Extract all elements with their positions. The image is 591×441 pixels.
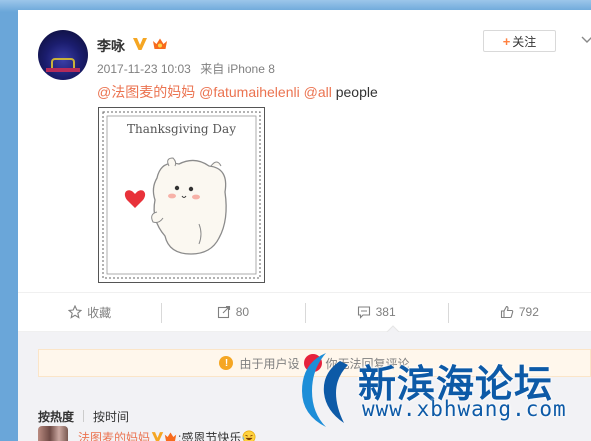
tab-sort-time[interactable]: 按时间 <box>93 408 129 425</box>
post-action-bar: 收藏 80 381 792 <box>18 292 591 332</box>
follow-button[interactable]: + 关注 <box>483 30 556 52</box>
follow-label: 关注 <box>512 34 537 49</box>
notice-text-after: 你无法回复评论 <box>325 356 410 371</box>
star-icon <box>68 305 83 319</box>
thumbs-up-icon <box>500 305 514 319</box>
post-timestamp[interactable]: 2017-11-23 10:03 <box>97 62 191 76</box>
mention-link[interactable]: @all <box>304 84 332 100</box>
comment-button[interactable]: 381 <box>304 293 448 331</box>
favorite-button[interactable]: 收藏 <box>18 293 161 331</box>
comment-count: 381 <box>375 305 396 319</box>
like-count: 792 <box>518 305 539 319</box>
tab-divider <box>83 410 85 422</box>
chevron-down-icon[interactable] <box>581 34 591 46</box>
comment-section: ! 由于用户设 你无法回复评论 按热度 按时间 法图麦的妈妈 :感恩节快乐 <box>18 332 591 441</box>
laughing-emoji-icon <box>242 430 256 441</box>
post-meta: 2017-11-23 10:03 来自 iPhone 8 <box>97 60 281 77</box>
username[interactable]: 李咏 <box>97 36 125 56</box>
comment-item: 法图麦的妈妈 :感恩节快乐 <box>38 426 257 441</box>
post-text-tail: people <box>335 84 378 100</box>
user-avatar[interactable] <box>38 30 88 80</box>
image-caption: Thanksgiving Day <box>127 122 236 136</box>
post-image[interactable]: Thanksgiving Day <box>98 107 265 283</box>
commenter-badges <box>151 431 177 441</box>
reply-restricted-notice: ! 由于用户设 你无法回复评论 <box>38 349 591 377</box>
post-text: @法图麦的妈妈 @fatumaihelenli @all people <box>97 82 378 102</box>
favorite-label: 收藏 <box>87 305 112 320</box>
verified-v-icon <box>151 432 164 441</box>
red-dot-icon <box>303 354 322 372</box>
mention-link[interactable]: @fatumaihelenli <box>199 84 300 100</box>
comment-icon <box>357 306 370 319</box>
warning-icon: ! <box>219 356 234 370</box>
post-source: 来自 iPhone 8 <box>200 62 275 76</box>
repost-button[interactable]: 80 <box>161 293 304 331</box>
verified-v-icon <box>133 38 147 50</box>
comment-sort-tabs: 按热度 按时间 <box>38 408 129 425</box>
plus-icon: + <box>502 33 511 49</box>
commenter-name[interactable]: 法图麦的妈妈 <box>78 429 150 441</box>
weibo-post-card: 李咏 2017-11-23 10:03 来自 iPhone 8 + 关注 @法图… <box>18 10 591 441</box>
repost-count: 80 <box>235 305 250 319</box>
tab-sort-hot[interactable]: 按热度 <box>38 408 74 425</box>
repost-icon <box>217 305 230 319</box>
notice-text-before: 由于用户设 <box>239 356 300 371</box>
member-crown-icon[interactable] <box>152 37 168 51</box>
like-button[interactable]: 792 <box>447 293 591 331</box>
comment-text: :感恩节快乐 <box>178 430 242 441</box>
commenter-avatar[interactable] <box>38 426 68 441</box>
mention-link[interactable]: @法图麦的妈妈 <box>97 84 195 100</box>
member-crown-icon <box>164 432 177 441</box>
